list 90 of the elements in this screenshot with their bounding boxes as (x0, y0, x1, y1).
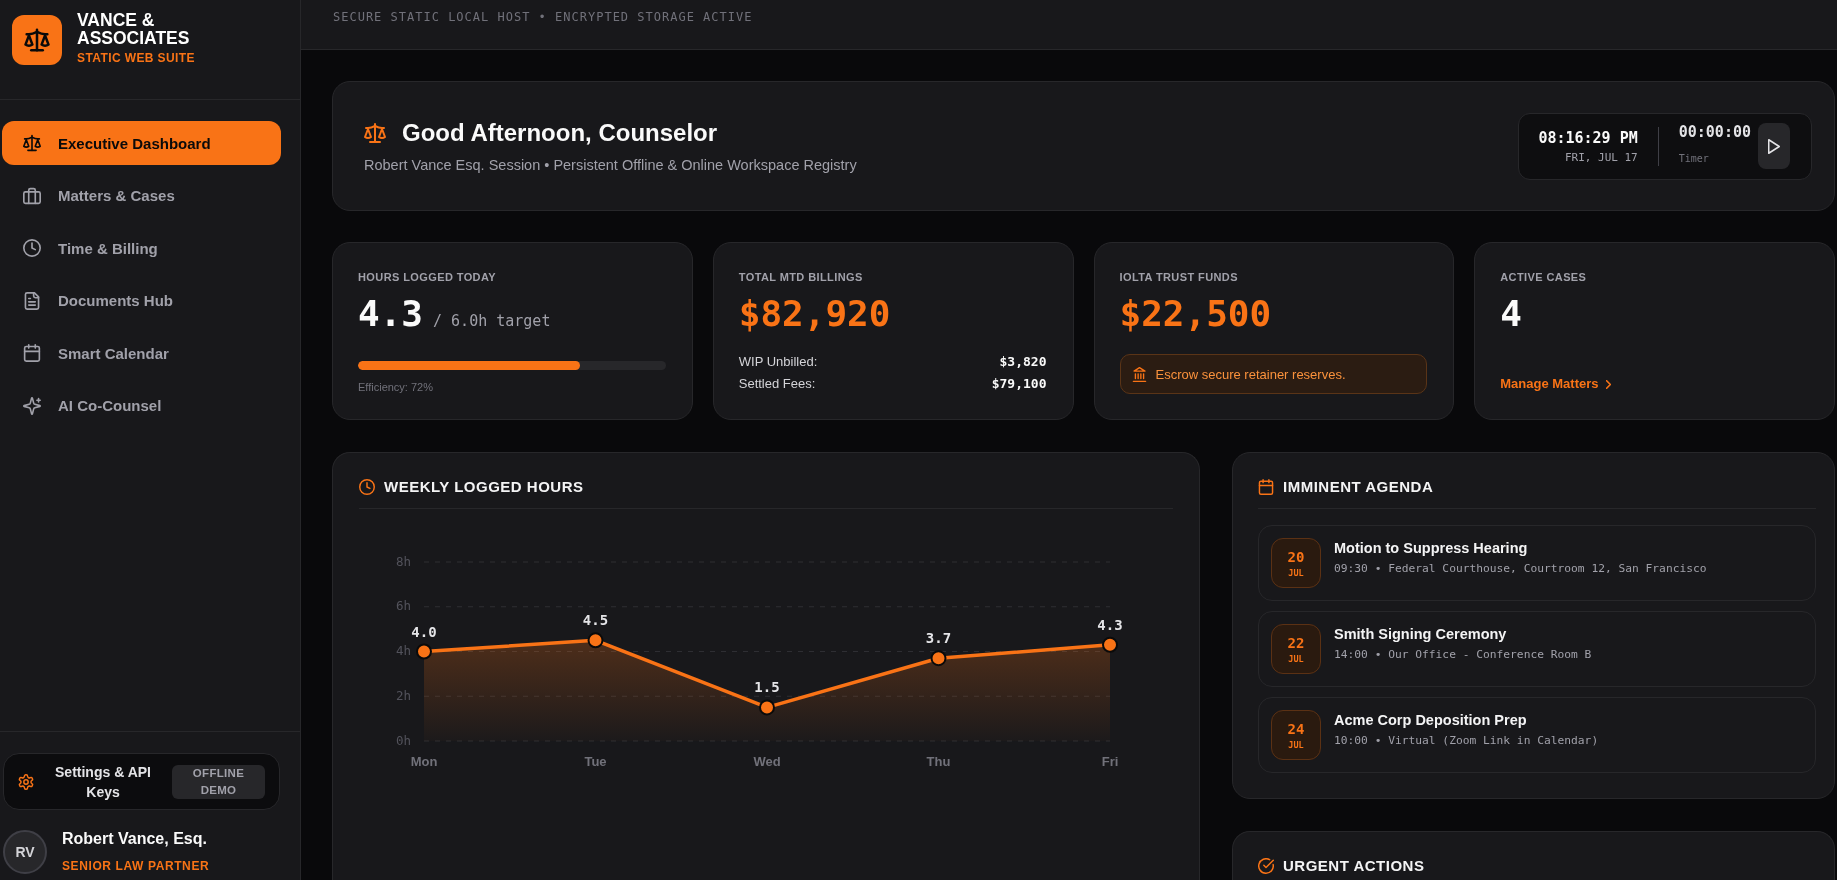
date-month: JUL (1288, 567, 1304, 578)
clock-icon (23, 239, 41, 258)
stat-value: 4 (1500, 292, 1522, 336)
stat-label: HOURS LOGGED TODAY (358, 270, 497, 284)
event-title: Smith Signing Ceremony (1334, 625, 1508, 644)
stat-value: $22,500 (1119, 292, 1272, 336)
efficiency-caption: Efficiency: 72% (358, 380, 434, 394)
stat-unit: / 6.0h target (433, 312, 551, 330)
stat-value: $82,920 (738, 292, 891, 336)
x-tick-label: Tue (584, 754, 607, 770)
breakdown-label: Settled Fees: (738, 375, 816, 393)
user-role: SENIOR LAW PARTNER (62, 858, 210, 874)
stat-label: IOLTA TRUST FUNDS (1119, 270, 1239, 284)
scales-icon (23, 134, 41, 152)
data-label: 1.5 (754, 679, 780, 696)
nav-item[interactable]: Documents Hub (2, 278, 281, 323)
nav-item[interactable]: Matters & Cases (2, 173, 281, 218)
card-title: URGENT ACTIONS (1283, 856, 1425, 876)
y-tick-label: 0h (395, 732, 411, 748)
data-point (1102, 636, 1118, 653)
clock-icon (359, 479, 375, 495)
event-detail: 14:00 • Our Office - Conference Room B (1334, 647, 1592, 663)
data-label: 4.0 (411, 623, 437, 640)
x-tick-label: Wed (753, 754, 781, 770)
play-button[interactable] (1758, 123, 1790, 169)
status-badge: OFFLINE DEMO (172, 764, 265, 799)
bank-icon (1131, 366, 1147, 382)
play-icon (1768, 138, 1780, 154)
nav-item[interactable]: AI Co-Counsel (2, 383, 281, 428)
event-detail: 09:30 • Federal Courthouse, Courtroom 12, San Francisco (1334, 561, 1707, 577)
calendar-icon (1258, 479, 1274, 495)
chevron-right-icon (1605, 379, 1611, 389)
agenda-item[interactable]: 22 JUL Smith Signing Ceremony 14:00 • Our Office - Conference Room B (1258, 611, 1816, 687)
manage-matters-link[interactable]: Manage Matters (1500, 374, 1611, 394)
user-avatar: RV (3, 829, 47, 874)
breakdown-value: $79,100 (991, 375, 1047, 393)
document-icon (23, 291, 41, 310)
data-label: 3.7 (925, 630, 952, 647)
calendar-icon (23, 344, 41, 363)
event-title: Motion to Suppress Hearing (1334, 539, 1529, 558)
nav-item[interactable]: Smart Calendar (2, 331, 281, 376)
clock-date: FRI, JUL 17 (1563, 150, 1638, 165)
scales-logo-icon (12, 15, 62, 65)
event-detail: 10:00 • Virtual (Zoom Link in Calendar) (1334, 733, 1599, 749)
date-day: 20 (1287, 548, 1305, 565)
brand-tagline: STATIC WEB SUITE (77, 50, 196, 66)
stat-label: ACTIVE CASES (1500, 270, 1588, 284)
data-label: 4.3 (1097, 616, 1123, 633)
status-text: SECURE STATIC LOCAL HOST • ENCRYPTED STORAGE ACTIVE (333, 10, 753, 24)
breakdown-label: WIP Unbilled: (738, 353, 818, 371)
briefcase-icon (23, 186, 41, 205)
y-tick-label: 4h (395, 643, 411, 658)
x-tick-label: Fri (1101, 754, 1119, 770)
data-point (587, 632, 604, 649)
greeting-subtitle: Robert Vance Esq. Session • Persistent Offline & Online Workspace Registry (364, 155, 857, 175)
date-month: JUL (1288, 739, 1304, 750)
sparkles-icon (23, 396, 41, 415)
data-point (930, 650, 947, 667)
event-title: Acme Corp Deposition Prep (1334, 711, 1528, 730)
timer-label: Timer (1678, 151, 1710, 166)
date-day: 22 (1287, 634, 1305, 651)
data-point (416, 643, 432, 660)
notice-text: Escrow secure retainer reserves. (1155, 366, 1346, 382)
settings-button[interactable]: Settings & API Keys OFFLINE DEMO (3, 753, 280, 810)
y-tick-label: 2h (395, 687, 411, 703)
nav-item[interactable]: Executive Dashboard (2, 121, 281, 165)
check-circle-icon (1258, 858, 1274, 874)
date-month: JUL (1288, 653, 1304, 664)
data-label: 4.5 (582, 612, 609, 629)
timer-value: 00:00:00 (1678, 121, 1751, 142)
brand-name: VANCE & ASSOCIATES (77, 11, 191, 47)
card-title: IMMINENT AGENDA (1283, 477, 1434, 497)
y-tick-label: 6h (395, 598, 411, 614)
breakdown-value: $3,820 (999, 353, 1047, 371)
stat-label: TOTAL MTD BILLINGS (738, 270, 864, 284)
greeting-title: Good Afternoon, Counselor (402, 117, 718, 148)
date-day: 24 (1287, 720, 1305, 737)
y-tick-label: 8h (395, 553, 411, 569)
agenda-item[interactable]: 20 JUL Motion to Suppress Hearing 09:30 • Federal Courthouse, Courtroom 12, San Francisco (1258, 525, 1816, 601)
stat-value: 4.3 (358, 292, 424, 336)
data-point (759, 699, 775, 716)
user-name: Robert Vance, Esq. (62, 829, 208, 849)
scales-icon (364, 121, 386, 144)
clock-time: 08:16:29 PM (1538, 127, 1638, 148)
x-tick-label: Thu (926, 754, 951, 770)
settings-icon (18, 773, 34, 790)
x-tick-label: Mon (410, 754, 438, 770)
agenda-item[interactable]: 24 JUL Acme Corp Deposition Prep 10:00 • Virtual (Zoom Link in Calendar) (1258, 697, 1816, 773)
nav-item[interactable]: Time & Billing (2, 226, 281, 271)
card-title: WEEKLY LOGGED HOURS (384, 477, 584, 497)
